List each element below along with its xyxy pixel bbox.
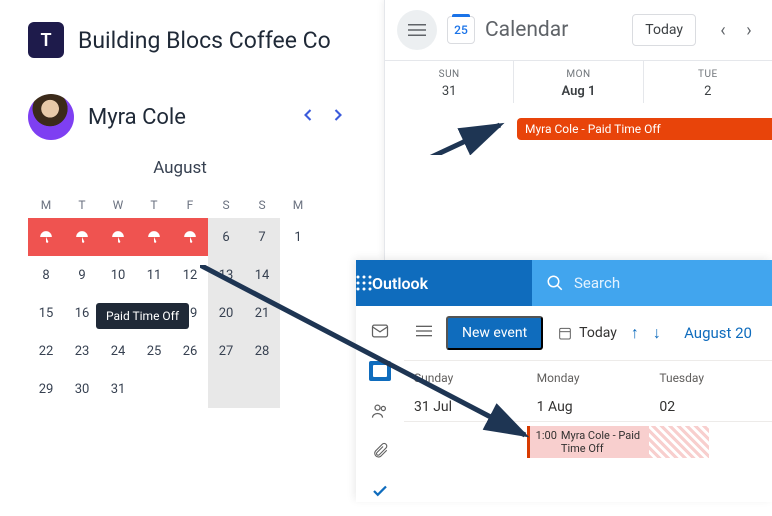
mini-dow: M (280, 192, 316, 218)
mini-day-cell[interactable]: 15 (28, 294, 64, 332)
gcal-next-icon[interactable]: › (738, 19, 760, 41)
mini-dow: M (28, 192, 64, 218)
mini-day-cell[interactable]: 24 (100, 332, 136, 370)
gcal-logo-day: 25 (454, 23, 468, 37)
gcal-today-button[interactable]: Today (632, 14, 696, 46)
mini-day-cell[interactable]: 8 (28, 256, 64, 294)
mini-day-cell[interactable]: 11 (136, 256, 172, 294)
mini-calendar-month: August (28, 158, 332, 178)
mini-day-cell[interactable]: 30 (64, 370, 100, 408)
mini-day-cell[interactable] (136, 370, 172, 408)
mini-day-cell[interactable]: 25 (136, 332, 172, 370)
mini-day-cell[interactable]: 10 (100, 256, 136, 294)
mini-day-cell[interactable]: 7 (244, 218, 280, 256)
hamburger-icon (408, 21, 426, 39)
outlook-event[interactable]: 1:00 Myra Cole - Paid Time Off (527, 426, 650, 458)
gcal-prev-icon[interactable]: ‹ (712, 19, 734, 41)
gcal-dow: TUE (644, 69, 772, 80)
outlook-down-arrow-icon[interactable]: ↓ (653, 323, 661, 343)
outlook-today-button[interactable]: Today (557, 325, 617, 341)
gcal-day-column[interactable]: SUN 31 (385, 61, 514, 103)
gcal-menu-button[interactable] (397, 10, 437, 50)
gcal-daynum: Aug 1 (514, 84, 642, 99)
outlook-search[interactable] (532, 260, 772, 306)
mini-dow: S (244, 192, 280, 218)
outlook-dow: Monday (537, 371, 640, 385)
avatar[interactable] (28, 94, 74, 140)
mini-dow: T (64, 192, 100, 218)
mini-day-cell[interactable]: 1 (280, 218, 316, 256)
gcal-header: 25 Calendar Today ‹ › (385, 0, 772, 60)
outlook-dow: Tuesday (659, 371, 762, 385)
search-icon (546, 274, 564, 292)
bb-logo: T (28, 22, 64, 58)
mini-dow: W (100, 192, 136, 218)
profile-name: Myra Cole (88, 105, 186, 130)
pto-day-icon[interactable] (28, 218, 64, 256)
gcal-daynum: 31 (385, 84, 513, 99)
outlook-daynum: 1 Aug (537, 399, 640, 415)
mini-day-cell[interactable]: 16 (64, 294, 100, 332)
search-input[interactable] (574, 274, 772, 292)
todo-icon[interactable] (369, 480, 391, 502)
gcal-title: Calendar (485, 18, 622, 42)
gcal-day-column[interactable]: MON Aug 1 (514, 61, 643, 103)
mini-dow: T (136, 192, 172, 218)
pto-day-icon[interactable] (136, 218, 172, 256)
outlook-today-label: Today (579, 325, 617, 341)
pto-tooltip: Paid Time Off (96, 303, 189, 329)
gcal-dow: SUN (385, 69, 513, 80)
pto-day-icon[interactable] (100, 218, 136, 256)
outlook-day-column[interactable]: Tuesday 02 (649, 361, 772, 421)
outlook-daynum: 02 (659, 399, 762, 415)
pto-day-icon[interactable] (64, 218, 100, 256)
mini-day-cell[interactable]: 23 (64, 332, 100, 370)
outlook-up-arrow-icon[interactable]: ↑ (631, 323, 639, 343)
annotation-arrow-bottom (200, 265, 540, 445)
gcal-dow: MON (514, 69, 642, 80)
outlook-event-title: Myra Cole - Paid Time Off (561, 429, 643, 455)
company-name: Building Blocs Coffee Co (78, 27, 331, 54)
mini-dow: F (172, 192, 208, 218)
mini-day-cell[interactable]: 9 (64, 256, 100, 294)
gcal-logo-icon: 25 (447, 16, 475, 44)
pto-day-icon[interactable] (172, 218, 208, 256)
mini-dow: S (208, 192, 244, 218)
bb-header: T Building Blocs Coffee Co (0, 0, 380, 80)
gcal-day-column[interactable]: TUE 2 (644, 61, 772, 103)
gcal-daynum: 2 (644, 84, 772, 99)
annotation-arrow-top (200, 115, 520, 155)
calendar-small-icon (557, 325, 573, 341)
mini-day-cell[interactable]: 6 (208, 218, 244, 256)
outlook-day-column[interactable]: Monday 1 Aug (527, 361, 650, 421)
outlook-month-label[interactable]: August 20 (684, 324, 760, 342)
bb-logo-letter: T (40, 30, 51, 51)
mini-day-cell[interactable]: 31 (100, 370, 136, 408)
gcal-event[interactable]: Myra Cole - Paid Time Off (517, 118, 772, 140)
mini-day-cell[interactable]: 22 (28, 332, 64, 370)
mini-day-cell[interactable]: 29 (28, 370, 64, 408)
